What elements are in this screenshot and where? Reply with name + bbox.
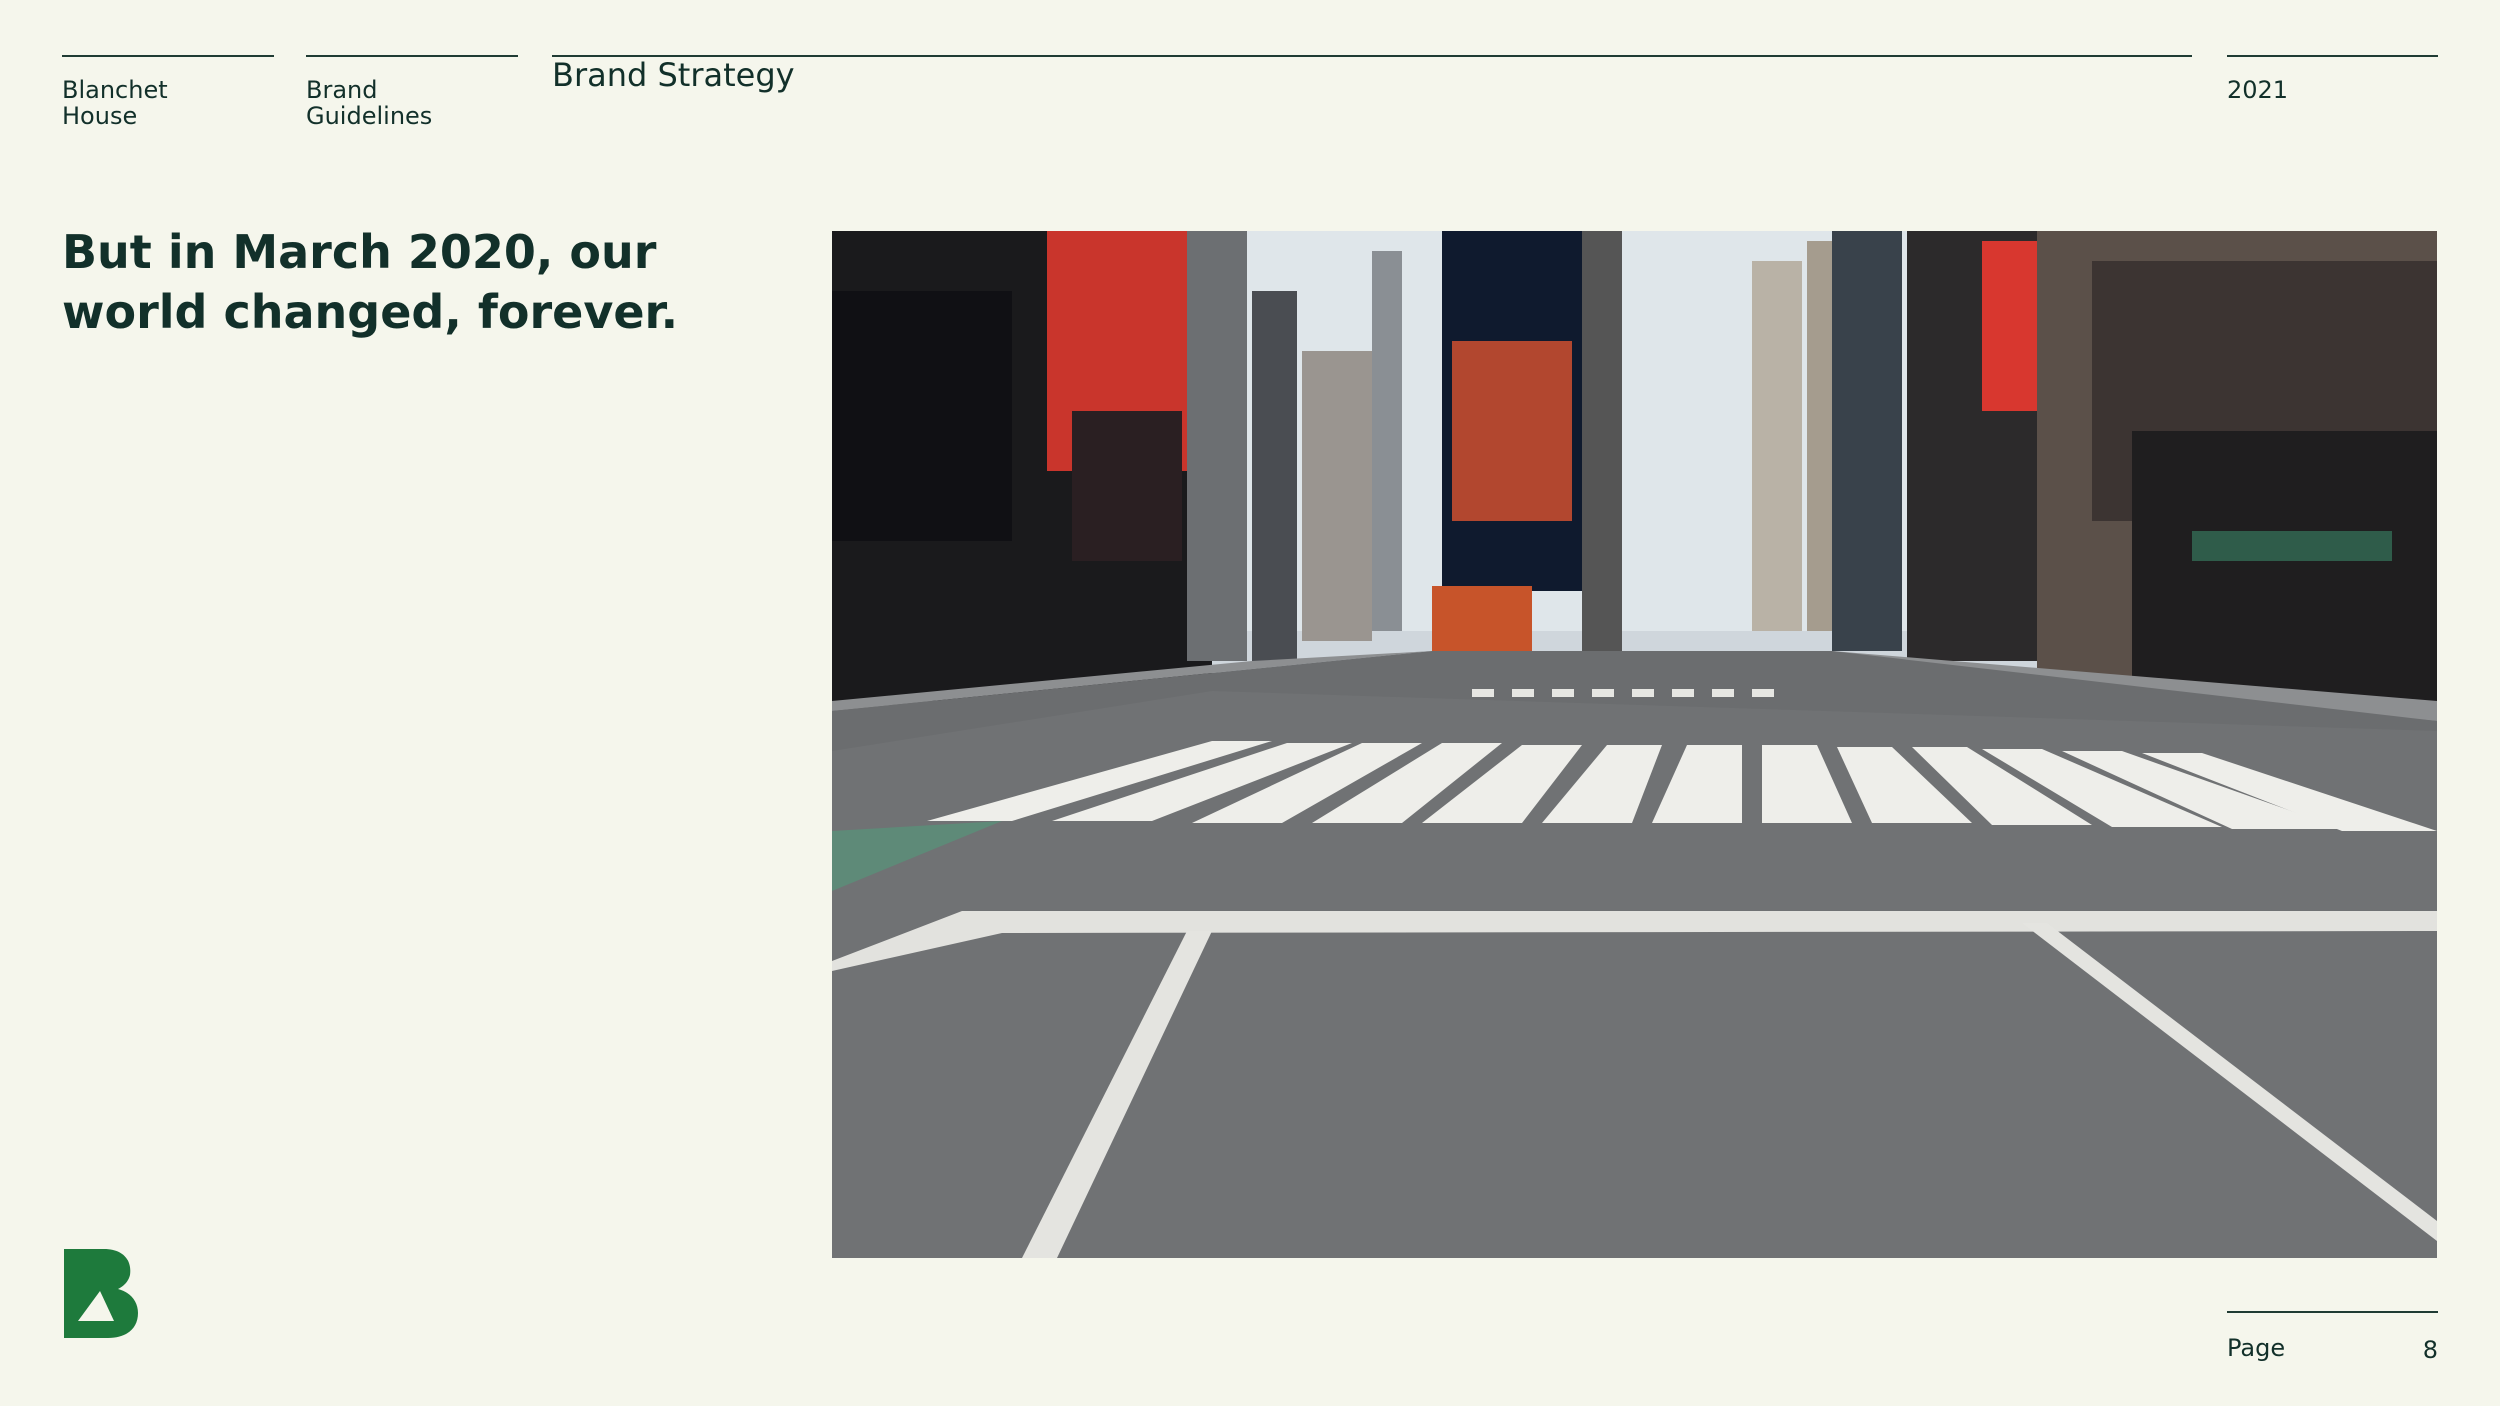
page-headline: But in March 2020, our world changed, fo…: [62, 225, 679, 339]
company-name: Blanchet House: [62, 76, 168, 130]
header-year: 2021: [2227, 55, 2438, 103]
blanchet-b-logo-icon: [64, 1249, 138, 1338]
header-section: Brand Strategy: [552, 55, 2192, 93]
year-label: 2021: [2227, 76, 2289, 104]
header-company: Blanchet House: [62, 55, 274, 129]
header-document: Brand Guidelines: [306, 55, 518, 129]
hero-photo: [832, 231, 2437, 1258]
section-title: Brand Strategy: [552, 56, 795, 94]
page-label: Page: [2227, 1334, 2286, 1362]
empty-times-square-image: [832, 231, 2437, 1258]
page-number: 8: [2422, 1336, 2438, 1364]
footer-rule: [2227, 1311, 2438, 1313]
document-name: Brand Guidelines: [306, 76, 433, 130]
